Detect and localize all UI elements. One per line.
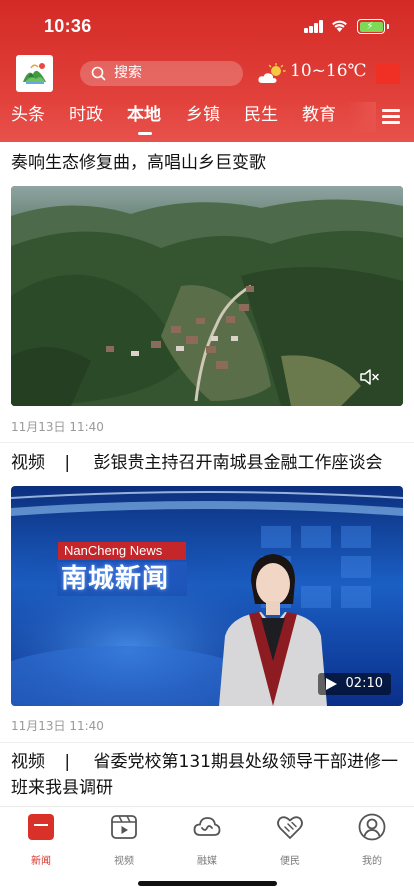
- signal-icon: [304, 20, 324, 33]
- battery-icon: ⚡: [357, 19, 389, 34]
- status-bar: 10:36 ⚡: [0, 0, 414, 54]
- tag-separator: |: [64, 752, 71, 772]
- search-icon: [91, 66, 106, 81]
- article-tag: 视频: [11, 752, 45, 772]
- nav-video[interactable]: 视频: [94, 813, 154, 867]
- overlay-chinese-title: 南城新闻: [57, 562, 187, 596]
- play-icon: [325, 678, 337, 690]
- tab-education[interactable]: 教育: [302, 102, 336, 128]
- article-title[interactable]: 视频 | 彭银贵主持召开南城县金融工作座谈会: [11, 450, 403, 476]
- article-time: 11月13日 11:40: [11, 719, 104, 733]
- mute-icon[interactable]: [359, 368, 381, 386]
- active-tab-indicator: [138, 132, 152, 135]
- article-title[interactable]: 视频 | 省委党校第131期县处级领导干部进修一班来我县调研: [11, 749, 403, 801]
- user-icon: [358, 813, 386, 841]
- nav-label: 便民: [280, 856, 300, 867]
- partly-cloudy-icon: [258, 63, 286, 83]
- article-video-thumbnail[interactable]: NanCheng News 南城新闻 02:10: [11, 486, 403, 706]
- divider: [0, 442, 414, 443]
- nav-label: 新闻: [31, 856, 51, 867]
- tab-livelihood[interactable]: 民生: [244, 102, 278, 128]
- channel-tabs: 头条 时政 本地 乡镇 民生 教育: [0, 102, 414, 136]
- article-time: 11月13日 11:40: [11, 420, 104, 434]
- search-input[interactable]: 搜索: [80, 61, 243, 86]
- tab-local[interactable]: 本地: [127, 102, 161, 128]
- duration-text: 02:10: [345, 676, 383, 691]
- article-tag: 视频: [11, 453, 45, 473]
- status-time: 10:36: [44, 16, 92, 36]
- app-header: 10:36 ⚡ 搜索 10~16℃ 头条 时政 本地 乡镇 民生 教育: [0, 0, 414, 142]
- search-placeholder: 搜索: [114, 65, 142, 81]
- article-video-thumbnail[interactable]: [11, 186, 403, 406]
- nav-services[interactable]: 便民: [260, 813, 320, 867]
- nav-profile[interactable]: 我的: [342, 813, 402, 867]
- app-logo[interactable]: [16, 55, 53, 92]
- nav-label: 融媒: [197, 856, 217, 867]
- news-icon: [28, 814, 54, 840]
- nav-label: 我的: [362, 856, 382, 867]
- tag-separator: |: [64, 453, 71, 473]
- article-title[interactable]: 奏响生态修复曲，高唱山乡巨变歌: [11, 150, 403, 176]
- wifi-icon: [332, 20, 347, 32]
- nav-label: 视频: [114, 856, 134, 867]
- tab-headlines[interactable]: 头条: [11, 102, 45, 128]
- weather-temperature[interactable]: 10~16℃: [290, 61, 367, 81]
- tabs-fade-overflow: [348, 102, 376, 132]
- header-badge-icon[interactable]: [376, 64, 400, 84]
- menu-icon[interactable]: [382, 109, 400, 124]
- cloud-icon: [193, 817, 221, 836]
- nav-media[interactable]: 融媒: [177, 813, 237, 867]
- home-indicator[interactable]: [138, 881, 277, 886]
- overlay-english-title: NanCheng News: [58, 542, 186, 560]
- heart-hands-icon: [277, 816, 303, 839]
- tab-towns[interactable]: 乡镇: [186, 102, 220, 128]
- article-title-text: 彭银贵主持召开南城县金融工作座谈会: [93, 453, 383, 473]
- nav-news[interactable]: 新闻: [11, 813, 71, 867]
- video-duration[interactable]: 02:10: [317, 673, 391, 695]
- video-icon: [111, 815, 137, 839]
- divider: [0, 742, 414, 743]
- tab-politics[interactable]: 时政: [69, 102, 103, 128]
